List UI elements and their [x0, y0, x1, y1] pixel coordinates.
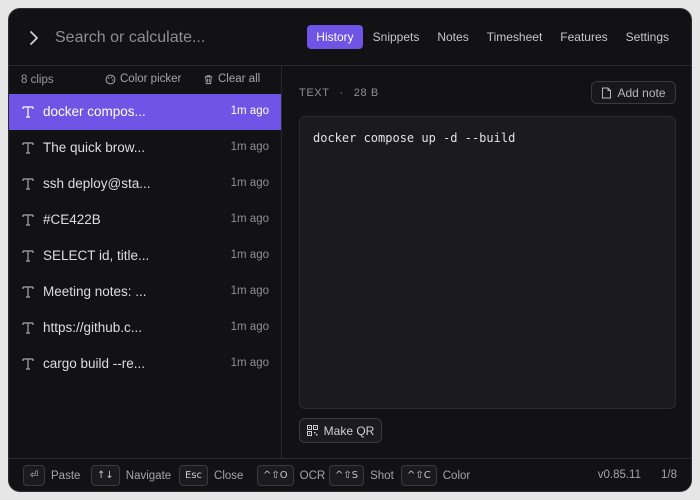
shortcut-paste: ⏎ Paste — [23, 465, 80, 486]
footer-shortcuts: ⏎ Paste ↑↓ Navigate Esc Close ^⇧O OCR ^⇧… — [9, 458, 691, 491]
tab-settings[interactable]: Settings — [618, 25, 677, 49]
trash-icon — [204, 74, 213, 84]
ocr-key: ^⇧O — [257, 465, 294, 486]
qr-code-icon — [306, 425, 318, 436]
tab-bar: History Snippets Notes Timesheet Feature… — [307, 25, 677, 49]
shortcut-label: Paste — [51, 469, 81, 482]
tab-snippets[interactable]: Snippets — [365, 25, 428, 49]
clip-time: 1m ago — [230, 105, 269, 117]
text-type-icon — [22, 358, 34, 370]
clip-item[interactable]: ssh deploy@sta... 1m ago — [9, 166, 281, 202]
color-picker-label: Color picker — [120, 73, 182, 85]
text-type-icon — [22, 106, 34, 118]
clip-item[interactable]: SELECT id, title... 1m ago — [9, 238, 281, 274]
clip-item[interactable]: #CE422B 1m ago — [9, 202, 281, 238]
clip-item[interactable]: The quick brow... 1m ago — [9, 130, 281, 166]
clip-item[interactable]: Meeting notes: ... 1m ago — [9, 274, 281, 310]
clip-size: 28 B — [353, 87, 379, 99]
clip-content[interactable]: docker compose up -d --build — [299, 116, 676, 409]
clip-preview: The quick brow... — [43, 140, 146, 155]
text-type-icon — [22, 214, 34, 226]
shortcut-label: Shot — [370, 469, 394, 482]
make-qr-button[interactable]: Make QR — [299, 418, 382, 443]
palette-icon — [105, 74, 116, 84]
clip-list-panel: 8 clips Color picker Clear all docker co… — [9, 66, 282, 458]
clipboard-window: History Snippets Notes Timesheet Feature… — [8, 8, 692, 492]
esc-key: Esc — [179, 465, 209, 486]
shortcut-label: Close — [214, 469, 244, 482]
clip-time: 1m ago — [230, 249, 269, 261]
chevron-right-icon — [30, 31, 38, 45]
shortcut-label: OCR — [299, 469, 326, 482]
arrow-keys-icon: ↑↓ — [91, 465, 120, 486]
return-key-icon: ⏎ — [23, 465, 45, 486]
shortcut-shot: ^⇧S Shot — [329, 465, 394, 486]
shortcut-navigate: ↑↓ Navigate — [91, 465, 171, 486]
text-type-icon — [22, 178, 34, 190]
color-key: ^⇧C — [401, 465, 437, 486]
search-input[interactable] — [55, 25, 285, 51]
clip-item[interactable]: https://github.c... 1m ago — [9, 310, 281, 346]
header: History Snippets Notes Timesheet Feature… — [9, 9, 691, 66]
shortcut-close: Esc Close — [179, 465, 243, 486]
color-picker-button[interactable]: Color picker — [105, 73, 181, 85]
clip-time: 1m ago — [230, 357, 269, 369]
clip-time: 1m ago — [230, 321, 269, 333]
text-type-icon — [22, 286, 34, 298]
add-note-label: Add note — [617, 85, 666, 100]
clip-preview: Meeting notes: ... — [43, 284, 147, 299]
clip-time: 1m ago — [230, 285, 269, 297]
clip-time: 1m ago — [230, 213, 269, 225]
shot-key: ^⇧S — [329, 465, 365, 486]
list-position: 1/8 — [661, 469, 677, 481]
meta-separator: · — [339, 87, 344, 99]
add-note-button[interactable]: Add note — [591, 81, 676, 104]
clear-all-button[interactable]: Clear all — [203, 73, 260, 85]
tab-notes[interactable]: Notes — [429, 25, 476, 49]
note-icon — [602, 87, 612, 98]
clip-preview: cargo build --re... — [43, 356, 146, 371]
clip-preview: https://github.c... — [43, 320, 143, 335]
text-type-icon — [22, 250, 34, 262]
tab-features[interactable]: Features — [552, 25, 615, 49]
clip-type: TEXT — [299, 87, 330, 99]
clip-item[interactable]: cargo build --re... 1m ago — [9, 346, 281, 382]
clip-preview: #CE422B — [43, 212, 101, 227]
tab-timesheet[interactable]: Timesheet — [479, 25, 551, 49]
shortcut-color: ^⇧C Color — [401, 465, 470, 486]
clip-preview: ssh deploy@sta... — [43, 176, 151, 191]
tab-history[interactable]: History — [307, 25, 363, 49]
app-version: v0.85.11 — [597, 469, 641, 481]
text-type-icon — [22, 142, 34, 154]
text-type-icon — [22, 322, 34, 334]
list-toolbar: 8 clips Color picker Clear all — [9, 66, 281, 94]
clip-preview: docker compos... — [43, 104, 146, 119]
clip-time: 1m ago — [230, 177, 269, 189]
shortcut-ocr: ^⇧O OCR — [257, 465, 325, 486]
clip-count: 8 clips — [21, 74, 54, 86]
shortcut-label: Color — [442, 469, 471, 482]
clip-preview: SELECT id, title... — [43, 248, 150, 263]
clear-all-label: Clear all — [218, 73, 261, 85]
shortcut-label: Navigate — [125, 469, 172, 482]
make-qr-label: Make QR — [323, 423, 375, 438]
clip-meta: TEXT · 28 B — [299, 87, 379, 99]
clip-time: 1m ago — [230, 141, 269, 153]
clip-item[interactable]: docker compos... 1m ago — [9, 94, 281, 130]
